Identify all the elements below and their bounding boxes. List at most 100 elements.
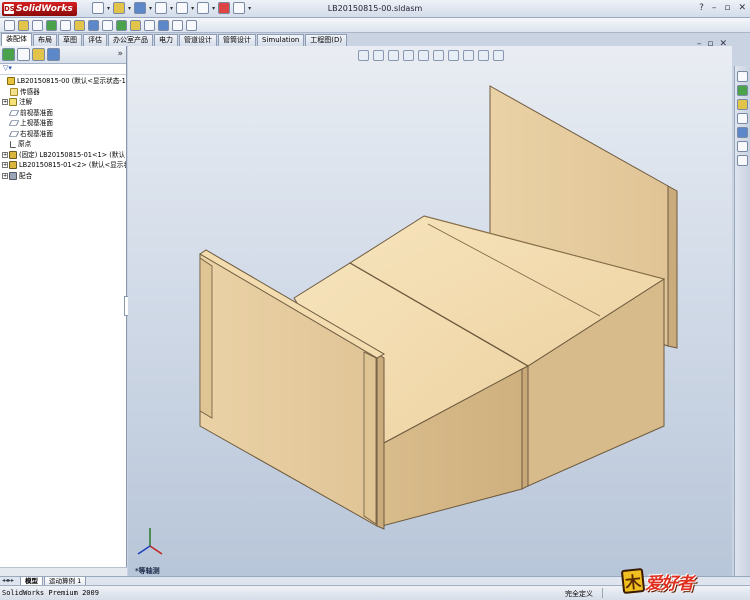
window-title: LB20150815-00.sldasm [327, 4, 423, 13]
status-separator [602, 588, 603, 598]
assembly-features-icon[interactable] [102, 19, 113, 31]
close-icon[interactable]: ✕ [738, 3, 746, 13]
tree-item-part-2[interactable]: + LB20150815-01<2> (默认<显示状 [0, 160, 126, 171]
show-hidden-icon[interactable] [88, 19, 99, 31]
front-footboard-right-post [363, 351, 377, 525]
view-orientation-label: *等轴测 [135, 567, 160, 575]
property-manager-tab-icon[interactable] [17, 48, 30, 61]
origin-icon [10, 140, 16, 148]
expand-toggle[interactable]: + [2, 172, 8, 179]
graphics-viewport[interactable]: – ▫ ✕ *等轴测 [128, 39, 732, 576]
tree-item-sensors[interactable]: 传感器 [0, 87, 126, 98]
tree-item-label: 右视基准面 [20, 129, 53, 138]
site-watermark: 木 爱好者 [620, 566, 694, 596]
part-icon [9, 150, 17, 159]
expand-toggle[interactable]: + [2, 99, 8, 105]
watermark-text: 爱好者 [645, 573, 694, 594]
far-box-front-face [521, 365, 529, 490]
tree-item-origin[interactable]: 原点 [0, 139, 126, 150]
plane-icon [8, 120, 20, 126]
search-icon[interactable] [737, 113, 748, 124]
insert-component-icon[interactable] [18, 19, 29, 31]
expand-toggle[interactable]: + [2, 151, 8, 158]
tree-item-label: 原点 [18, 140, 32, 148]
reference-geometry-icon[interactable] [116, 19, 127, 31]
tree-item-label: 传感器 [20, 87, 40, 96]
restore-icon[interactable]: ▫ [724, 3, 730, 13]
expand-toggle[interactable] [0, 78, 6, 84]
tab-evaluate[interactable]: 评估 [83, 34, 107, 46]
watermark-mark: 木 [620, 567, 646, 595]
linear-pattern-icon[interactable] [46, 19, 57, 31]
tree-item-assembly[interactable]: LB20150815-00 (默认<显示状态-1> [0, 76, 126, 87]
feature-tree-scrollbar[interactable] [0, 567, 127, 576]
tab-office-products[interactable]: 办公室产品 [108, 34, 153, 46]
smart-fasteners-icon[interactable] [60, 19, 71, 31]
command-toolbar [0, 18, 750, 33]
view-palette-icon[interactable] [737, 127, 748, 138]
tab-piping[interactable]: 管道设计 [179, 34, 217, 46]
tab-sketch[interactable]: 草图 [58, 34, 82, 46]
tab-drawing[interactable]: 工程图(D) [305, 34, 348, 46]
tree-item-label: (固定) LB20150815-01<1> (默认 [19, 150, 126, 159]
feature-tree-tab-icon[interactable] [2, 48, 15, 61]
status-definition-state: 完全定义 [565, 590, 593, 598]
edit-component-icon[interactable] [4, 19, 15, 31]
plane-icon [8, 130, 20, 137]
mates-icon [9, 171, 17, 180]
part-icon [9, 161, 17, 169]
front-footboard-left-post [199, 257, 213, 419]
model-canvas [137, 85, 678, 555]
window-controls: ? – ▫ ✕ [699, 3, 746, 13]
tab-simulation[interactable]: Simulation [257, 34, 305, 46]
bill-of-materials-icon[interactable] [144, 19, 155, 31]
tree-item-annotations[interactable]: + 注解 [0, 97, 126, 108]
file-explorer-icon[interactable] [737, 99, 748, 110]
mate-icon[interactable] [32, 19, 43, 31]
tree-item-label: 上视基准面 [20, 119, 53, 127]
feature-tree: LB20150815-00 (默认<显示状态-1> 传感器 + 注解 前视基准面 … [0, 75, 126, 181]
tree-item-front-plane[interactable]: 前视基准面 [0, 108, 126, 119]
design-library-icon[interactable] [737, 85, 748, 96]
coordinate-triad [137, 528, 163, 555]
annotation-icon [9, 98, 17, 106]
filter-icon[interactable]: ▽▾ [0, 64, 126, 75]
exploded-view-icon[interactable] [158, 19, 169, 31]
search-help-icon[interactable]: ? [699, 3, 704, 13]
tree-item-mates[interactable]: + 配合 [0, 171, 126, 182]
interference-icon[interactable] [186, 19, 197, 31]
move-component-icon[interactable] [74, 19, 85, 31]
bed-assembly-model[interactable] [199, 85, 678, 530]
assembly-icon [7, 77, 15, 85]
tree-item-part-1[interactable]: + (固定) LB20150815-01<1> (默认 [0, 150, 126, 161]
command-manager-tabs: 装配体 布局 草图 评估 办公室产品 电力 管道设计 管筒设计 Simulati… [0, 33, 370, 46]
solidworks-resources-icon[interactable] [737, 71, 748, 82]
display-manager-tab-icon[interactable] [47, 48, 60, 61]
tree-item-label: 配合 [19, 171, 33, 180]
tree-item-top-plane[interactable]: 上视基准面 [0, 118, 126, 129]
tree-item-right-plane[interactable]: 右视基准面 [0, 129, 126, 140]
tree-item-label: LB20150815-00 (默认<显示状态-1> [17, 77, 126, 85]
task-pane [734, 66, 750, 576]
tab-electrical[interactable]: 电力 [154, 34, 178, 46]
minimize-icon[interactable]: – [712, 3, 717, 13]
tab-tubing[interactable]: 管筒设计 [218, 34, 256, 46]
tree-item-label: LB20150815-01<2> (默认<显示状 [19, 161, 126, 169]
feature-manager-tabs: » [0, 46, 126, 64]
more-tabs-icon[interactable]: » [117, 49, 123, 59]
back-headboard-edge [667, 185, 678, 349]
custom-properties-icon[interactable] [737, 155, 748, 166]
title-bar: DS SolidWorks ▾ ▾ ▾ ▾ ▾ ▾ ▾ LB20150815-00… [0, 0, 750, 18]
expand-toggle[interactable]: + [2, 162, 8, 168]
new-motion-study-icon[interactable] [130, 19, 141, 31]
front-footboard-edge [376, 353, 385, 530]
plane-icon [8, 109, 20, 116]
tab-nav-arrows-icon[interactable]: ◂◂▸▸ [2, 577, 14, 585]
explode-line-icon[interactable] [172, 19, 183, 31]
tab-layout[interactable]: 布局 [33, 34, 57, 46]
appearances-icon[interactable] [737, 141, 748, 152]
tab-assembly[interactable]: 装配体 [1, 33, 32, 46]
feature-manager-panel: » ▽▾ LB20150815-00 (默认<显示状态-1> 传感器 + 注解 前… [0, 46, 127, 576]
tree-item-label: 前视基准面 [20, 108, 53, 117]
configuration-manager-tab-icon[interactable] [32, 48, 45, 61]
